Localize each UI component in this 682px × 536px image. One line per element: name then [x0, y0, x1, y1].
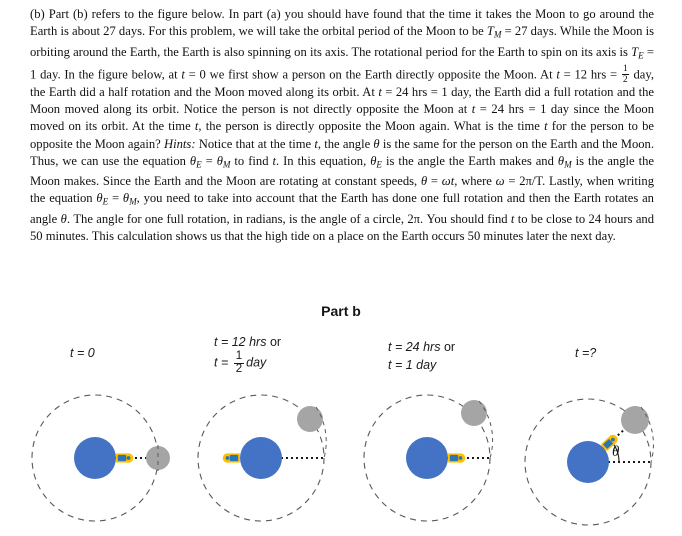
part-label: (b) — [30, 7, 45, 21]
panel-3-time-prefix-2: t = 1 — [388, 358, 417, 372]
problem-statement: (b) Part (b) refers to the figure below.… — [30, 6, 654, 245]
person-body-fill — [117, 454, 127, 462]
figure-panel-4: t =? θ — [512, 330, 682, 536]
inline-fraction-half: 12 — [621, 64, 629, 85]
text-segment-11: Notice that at the time — [195, 136, 315, 151]
panel-4-time-text: t =? — [575, 346, 597, 360]
panel-2-fraction-half: 12 — [233, 350, 245, 375]
figure-panel-1: t = 0 — [12, 330, 182, 536]
moon-circle — [461, 400, 487, 426]
figure-panels-container: t = 0 t = 12 hrs or t = 1 2 day t = 24 h… — [0, 330, 682, 536]
panel-2-fraction-denominator: 2 — [235, 362, 243, 375]
equals-3: = — [108, 191, 123, 206]
text-segment-24: . The angle for one full rotation, in ra… — [66, 211, 511, 226]
symbol-omega-t: ωt — [441, 174, 455, 189]
person-head-fill — [225, 456, 230, 460]
panel-2-or-1: or — [266, 335, 282, 349]
fraction-denominator: 2 — [622, 73, 628, 85]
symbol-T-moon: T — [486, 24, 494, 39]
panel-1-diagram — [12, 388, 182, 536]
text-segment-9: , the person is directly opposite the Mo… — [198, 119, 545, 134]
subscript-M-4: M — [129, 196, 137, 207]
panel-3-unit-hrs: hrs — [423, 340, 441, 354]
person-body-fill — [229, 454, 239, 462]
earth-circle — [406, 437, 448, 479]
moon-circle — [297, 406, 323, 432]
text-segment-5: = 12 hrs = — [559, 67, 621, 82]
panel-3-unit-day: day — [416, 358, 437, 372]
panel-2-fraction-numerator: 1 — [233, 350, 245, 364]
figure-panel-3: t = 24 hrs or t = 1 day — [348, 330, 518, 536]
panel-2-unit-day: day — [246, 355, 267, 370]
text-segment-12: , the angle — [317, 136, 374, 151]
moon-circle — [621, 406, 649, 434]
problem-paragraph: (b) Part (b) refers to the figure below.… — [30, 6, 654, 245]
text-segment-14: to find — [230, 153, 273, 168]
text-segment-19: , where — [454, 174, 496, 189]
person-head-fill — [458, 456, 463, 460]
earth-circle — [240, 437, 282, 479]
person-body-fill — [449, 454, 459, 462]
text-segment-15: . In this equation, — [275, 153, 371, 168]
figure-panel-2: t = 12 hrs or t = 1 2 day — [178, 330, 348, 536]
theta-angle-label: θ — [612, 444, 620, 460]
moon-circle — [146, 446, 170, 470]
hints-label: Hints: — [164, 136, 196, 151]
equals-1: = — [201, 153, 217, 168]
symbol-omega: ω — [495, 174, 505, 189]
equals-2: = — [427, 174, 442, 189]
part-b-heading: Part b — [321, 303, 361, 319]
person-head-fill — [126, 456, 131, 460]
panel-2-time-prefix-2: t = — [214, 355, 232, 370]
panel-4-diagram: θ — [512, 388, 682, 536]
panel-3-or: or — [440, 340, 456, 354]
panel-3-diagram — [348, 388, 518, 536]
panel-2-unit-hrs: hrs — [249, 335, 267, 349]
subscript-M-3: M — [564, 159, 572, 170]
panel-4-label: t =? — [512, 344, 682, 362]
panel-2-time-prefix: t = 12 — [214, 335, 250, 349]
person-figure — [448, 453, 466, 463]
earth-circle — [74, 437, 116, 479]
person-figure — [222, 453, 240, 463]
text-segment-20: = 2π/T — [504, 174, 543, 189]
panel-3-time-prefix: t = 24 — [388, 340, 424, 354]
text-segment-4: = 0 we first show a person on the Earth … — [184, 67, 557, 82]
panel-2-diagram — [178, 388, 348, 536]
person-figure — [116, 453, 134, 463]
text-segment-16: is the angle the Earth makes and — [381, 153, 558, 168]
earth-circle — [567, 441, 609, 483]
